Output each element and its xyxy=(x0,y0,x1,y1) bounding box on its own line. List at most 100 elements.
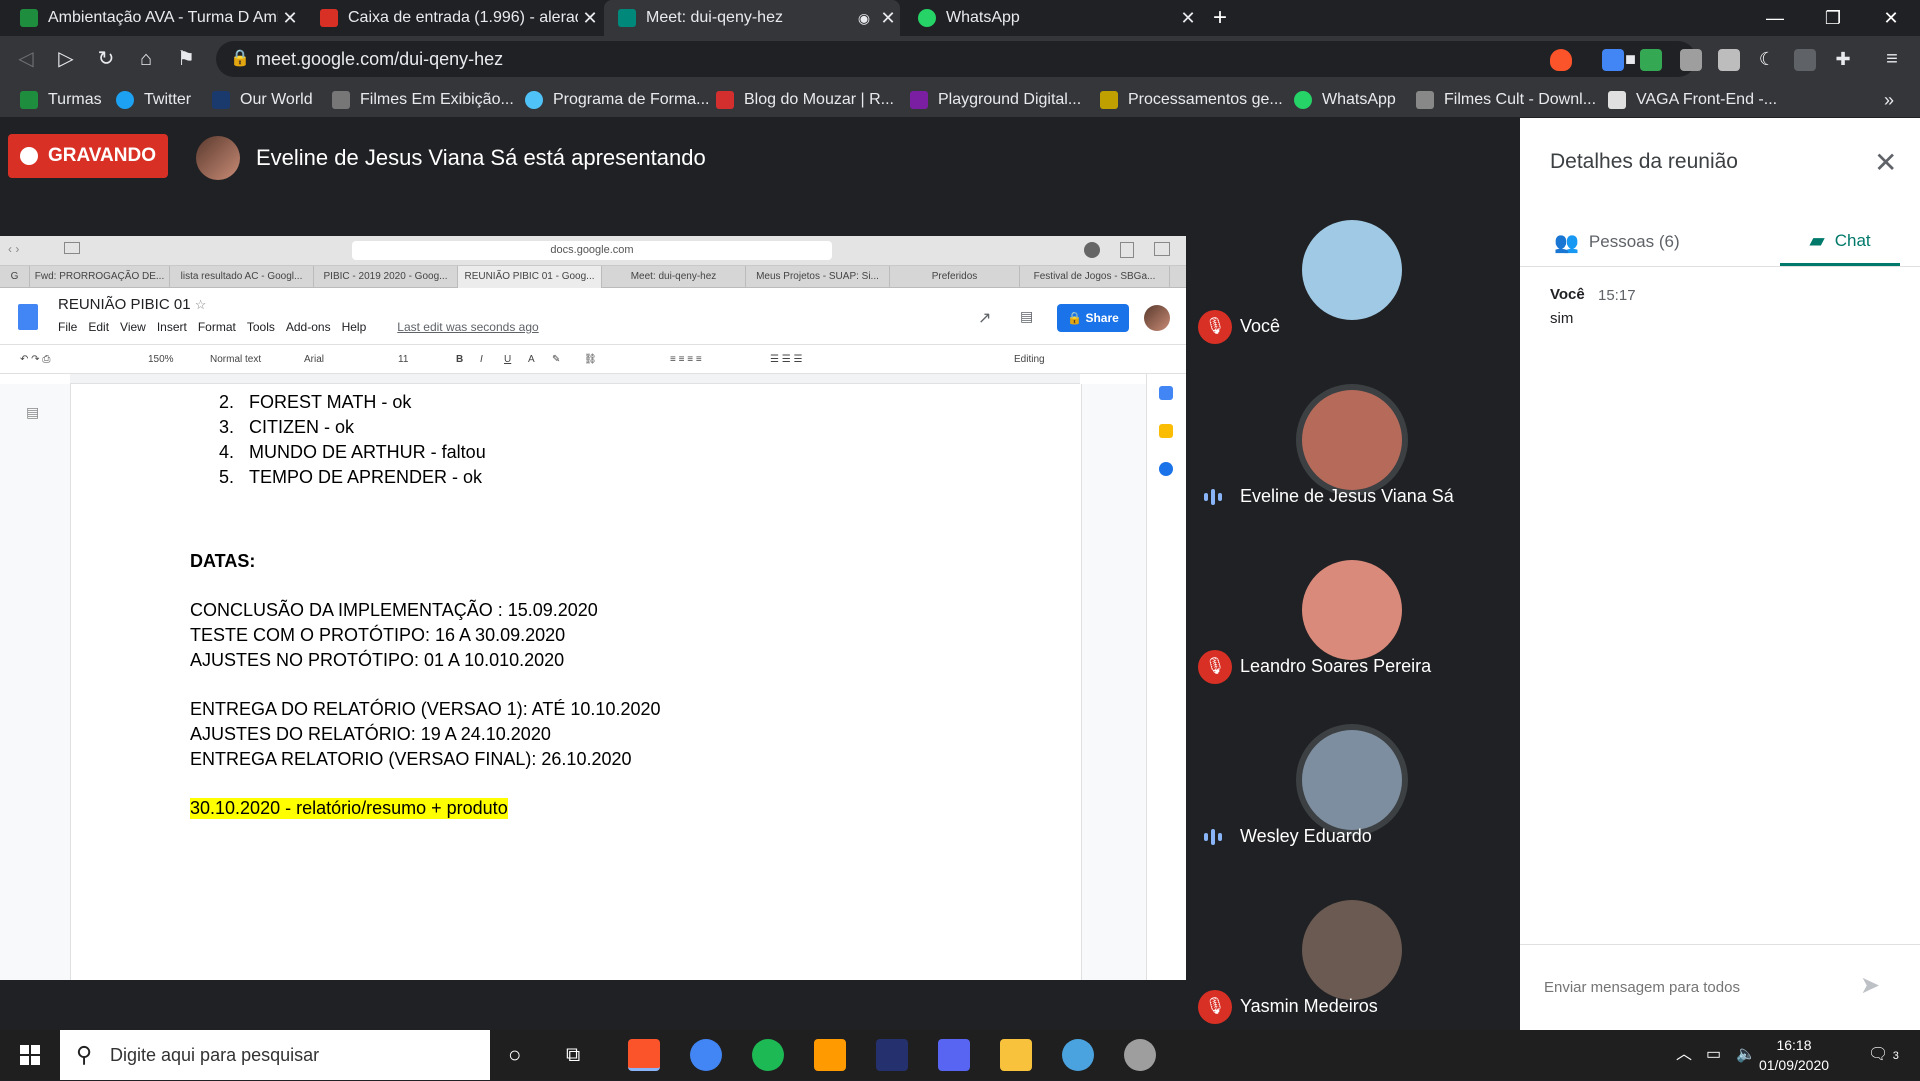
bookmark-favicon xyxy=(20,91,38,109)
home-icon[interactable]: ⌂ xyxy=(126,36,166,82)
back-forward-icon: ‹ › xyxy=(8,242,20,256)
close-window-button[interactable]: ✕ xyxy=(1862,0,1920,36)
bookmark-item[interactable]: Blog do Mouzar | R... xyxy=(716,82,894,118)
bookmark-item[interactable]: Our World xyxy=(212,82,313,118)
bookmark-item[interactable]: VAGA Front-End -... xyxy=(1608,82,1777,118)
docs-header: REUNIÃO PIBIC 01 ☆ File Edit View Insert… xyxy=(0,288,1186,344)
dark-mode-icon[interactable]: ☾ xyxy=(1756,49,1778,71)
participant-tile[interactable]: 🎙 Você xyxy=(1186,220,1520,390)
address-bar[interactable]: 🔒 meet.google.com/dui-qeny-hez ■ xyxy=(216,41,1696,77)
divider xyxy=(1520,944,1920,945)
close-icon[interactable]: ✕ xyxy=(578,8,602,29)
task-view-icon[interactable]: ⧉ xyxy=(566,1030,580,1080)
extension-icon[interactable] xyxy=(1680,49,1702,71)
browser-tab[interactable]: WhatsApp ✕ xyxy=(904,0,1200,36)
text-color-icon: A xyxy=(528,354,535,365)
participant-tile[interactable]: Wesley Eduardo xyxy=(1186,730,1520,900)
notification-center-icon[interactable]: 🗨 3 xyxy=(1868,1030,1899,1080)
whatsapp-icon xyxy=(918,9,936,27)
participant-tile[interactable]: 🎙 Leandro Soares Pereira xyxy=(1186,560,1520,730)
bookmark-favicon xyxy=(910,91,928,109)
puzzle-icon[interactable]: ✚ xyxy=(1832,49,1854,71)
extension-icon[interactable] xyxy=(1794,49,1816,71)
bookmark-item[interactable]: WhatsApp xyxy=(1294,82,1396,118)
highlight-icon: ✎ xyxy=(552,354,561,365)
more-bookmarks-icon[interactable]: » xyxy=(1884,82,1894,118)
forward-icon[interactable]: ▷ xyxy=(46,36,86,82)
illustrator-icon[interactable] xyxy=(814,1039,846,1071)
close-icon[interactable]: ✕ xyxy=(876,8,900,29)
italic-icon: I xyxy=(480,354,483,365)
send-icon[interactable]: ➤ xyxy=(1860,971,1880,1000)
docs-format-toolbar: ↶ ↷ ⎙ 150% Normal text Arial 11 B I U A … xyxy=(0,344,1186,374)
participant-name: Yasmin Medeiros xyxy=(1240,996,1378,1016)
tab-chat[interactable]: ▰ Chat xyxy=(1780,218,1900,266)
cortana-icon[interactable]: ○ xyxy=(508,1030,521,1080)
settings-icon[interactable] xyxy=(1124,1039,1156,1071)
shared-tab-bar: G Fwd: PRORROGAÇÃO DE... lista resultado… xyxy=(0,266,1186,288)
notification-count: 3 xyxy=(1892,1050,1899,1062)
show-hidden-icons-icon[interactable]: ︿ xyxy=(1676,1030,1692,1080)
browser-tab-active[interactable]: Meet: dui-qeny-hez ◉ ✕ xyxy=(604,0,900,36)
brave-icon[interactable] xyxy=(628,1039,660,1071)
pinned-tab: G xyxy=(0,266,30,288)
document-line: TESTE COM O PROTÓTIPO: 16 A 30.09.2020 xyxy=(190,625,566,645)
amazon-music-icon[interactable] xyxy=(876,1039,908,1071)
start-button[interactable] xyxy=(0,1030,60,1080)
back-icon[interactable]: ◁ xyxy=(6,36,46,82)
browser-tab[interactable]: Caixa de entrada (1.996) - aleradd ✕ xyxy=(306,0,602,36)
battery-icon[interactable]: ▭ xyxy=(1706,1030,1721,1080)
clock-date: 01/09/2020 xyxy=(1758,1057,1830,1073)
menu-format: Format xyxy=(197,320,236,334)
translate-extension-icon[interactable] xyxy=(1602,49,1624,71)
new-tab-button[interactable]: + xyxy=(1200,0,1240,36)
taskbar-clock[interactable]: 16:18 01/09/2020 xyxy=(1754,1035,1834,1075)
comment-icon: ▤ xyxy=(1020,308,1034,324)
brave-shields-icon[interactable] xyxy=(1550,49,1572,71)
menu-icon[interactable]: ≡ xyxy=(1872,36,1912,82)
avatar xyxy=(1302,220,1402,320)
bookmark-item[interactable]: Twitter xyxy=(116,82,191,118)
participant-tile[interactable]: 🎙 Yasmin Medeiros xyxy=(1186,900,1520,1030)
discord-icon[interactable] xyxy=(938,1039,970,1071)
bookmark-item[interactable]: Programa de Forma... xyxy=(525,82,710,118)
extension-icon[interactable] xyxy=(1640,49,1662,71)
bookmark-item[interactable]: Processamentos ge... xyxy=(1100,82,1283,118)
close-icon[interactable]: ✕ xyxy=(1874,146,1897,179)
reload-icon[interactable]: ↻ xyxy=(86,36,126,82)
avatar xyxy=(1302,900,1402,1000)
extension-icon[interactable] xyxy=(1718,49,1740,71)
list-number: 2. xyxy=(219,392,235,412)
browser-tab[interactable]: Ambientação AVA - Turma D Ambi ✕ xyxy=(6,0,302,36)
speaking-icon xyxy=(1204,828,1226,846)
bookmark-item[interactable]: Filmes Em Exibição... xyxy=(332,82,514,118)
volume-icon[interactable]: 🔈 xyxy=(1736,1030,1756,1080)
tasks-icon xyxy=(1159,462,1173,476)
spotify-icon[interactable] xyxy=(752,1039,784,1071)
restore-button[interactable]: ❐ xyxy=(1804,0,1862,36)
close-icon[interactable]: ✕ xyxy=(278,8,302,29)
bookmark-item[interactable]: Playground Digital... xyxy=(910,82,1081,118)
minimize-button[interactable]: — xyxy=(1746,0,1804,36)
bookmark-item[interactable]: Filmes Cult - Downl... xyxy=(1416,82,1596,118)
bookmark-icon[interactable]: ⚑ xyxy=(166,36,206,82)
camera-icon[interactable]: ■ xyxy=(1625,41,1636,77)
paint-icon[interactable] xyxy=(1062,1039,1094,1071)
list-icon: ☰ ☰ ☰ xyxy=(770,354,803,365)
tab-people[interactable]: 👥 Pessoas (6) xyxy=(1554,218,1724,266)
menu-addons: Add-ons xyxy=(285,320,331,334)
taskbar-search[interactable]: ⚲ Digite aqui para pesquisar xyxy=(60,1030,490,1080)
participants-column: 🎙 Você Eveline de Jesus Viana Sá 🎙 Leand… xyxy=(1186,184,1520,1030)
chrome-icon[interactable] xyxy=(690,1039,722,1071)
file-explorer-icon[interactable] xyxy=(1000,1039,1032,1071)
chat-message-input[interactable] xyxy=(1544,974,1844,1000)
meeting-details-panel: Detalhes da reunião ✕ 👥 Pessoas (6) ▰ Ch… xyxy=(1520,118,1920,1030)
participant-tile[interactable]: Eveline de Jesus Viana Sá xyxy=(1186,390,1520,560)
close-icon[interactable]: ✕ xyxy=(1176,8,1200,29)
mic-off-icon: 🎙 xyxy=(1198,990,1232,1024)
mic-off-icon: 🎙 xyxy=(1198,650,1232,684)
document-line: CITIZEN - ok xyxy=(249,417,355,437)
bookmark-item[interactable]: Turmas xyxy=(20,82,102,118)
shared-tab: lista resultado AC - Googl... xyxy=(170,266,314,288)
underline-icon: U xyxy=(504,354,512,365)
